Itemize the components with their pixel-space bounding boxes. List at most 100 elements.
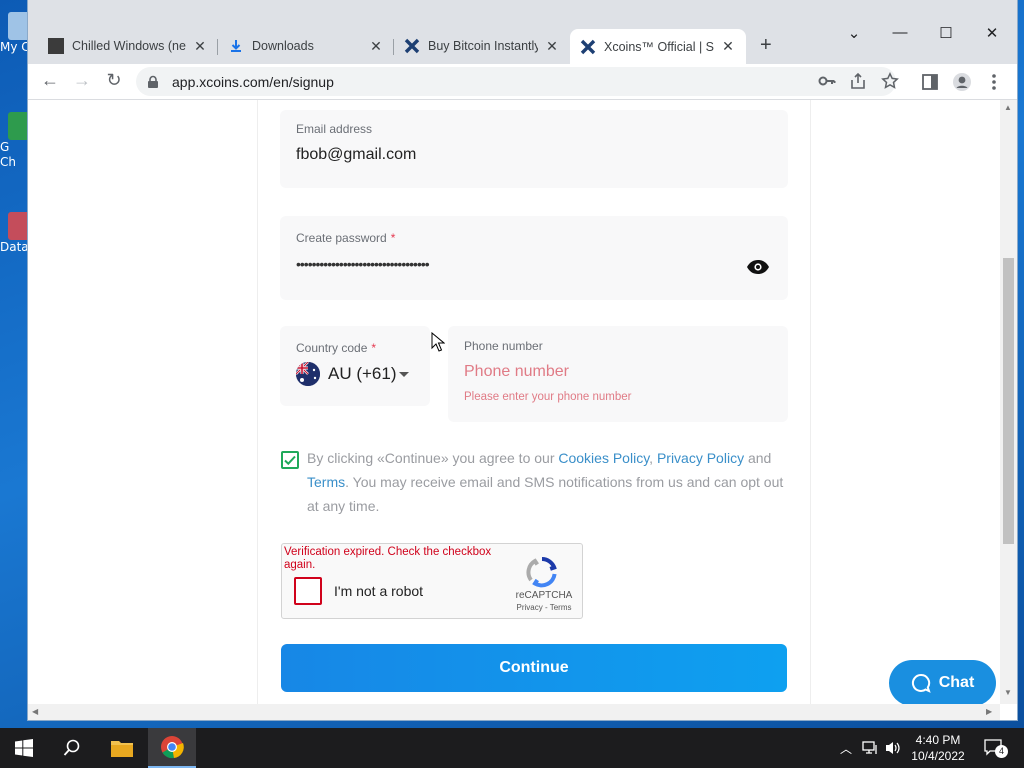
reload-icon[interactable]: ↻ xyxy=(102,70,126,91)
tab-xcoins-signup[interactable]: Xcoins™ Official | Sig ✕ xyxy=(570,29,746,64)
show-password-eye-icon[interactable] xyxy=(746,259,770,275)
notification-center-button[interactable]: 4 xyxy=(984,739,1008,758)
desktop-icon-my-computer[interactable]: My C xyxy=(0,12,30,54)
phone-number-field[interactable]: Phone number Phone number Please enter y… xyxy=(448,326,788,422)
clock-date: 10/4/2022 xyxy=(911,749,965,763)
desktop-icon-chrome[interactable]: G Ch xyxy=(0,112,30,170)
new-tab-button[interactable]: + xyxy=(760,34,772,57)
more-menu-icon[interactable] xyxy=(984,72,1004,92)
country-code-select[interactable]: Country code * AU (+61) xyxy=(280,326,430,406)
consent-checkbox[interactable] xyxy=(281,451,299,469)
privacy-policy-link[interactable]: Privacy Policy xyxy=(657,450,744,466)
folder-icon xyxy=(111,741,133,757)
chrome-icon xyxy=(161,736,184,759)
chat-bubble-icon xyxy=(911,673,931,693)
tab-search-icon[interactable]: ⌄ xyxy=(831,24,877,42)
consent-text-part: By clicking «Continue» you agree to our xyxy=(307,450,559,466)
close-window-button[interactable]: ✕ xyxy=(969,24,1015,42)
show-hidden-icons-icon[interactable]: ︿ xyxy=(840,740,852,757)
phone-number-label: Phone number xyxy=(464,339,543,353)
browser-window: Chilled Windows (new ✕ Downloads ✕ Buy B… xyxy=(28,0,1017,720)
scroll-left-icon[interactable]: ◀ xyxy=(32,707,38,716)
consent-text-part: . You may receive email and SMS notifica… xyxy=(307,474,784,514)
terms-link[interactable]: Terms xyxy=(307,474,345,490)
taskbar: ︿ 4:40 PM 10/4/2022 4 xyxy=(0,728,1024,768)
maximize-button[interactable]: ☐ xyxy=(923,24,969,42)
network-icon[interactable] xyxy=(862,740,880,756)
close-icon[interactable]: ✕ xyxy=(544,38,560,55)
close-icon[interactable]: ✕ xyxy=(192,38,208,55)
chrome-shortcut-icon xyxy=(8,112,30,140)
tab-favicon xyxy=(48,38,64,54)
password-label: Create password * xyxy=(296,231,395,245)
address-bar[interactable]: app.xcoins.com/en/signup xyxy=(136,67,896,96)
volume-icon[interactable] xyxy=(884,740,902,756)
chrome-taskbar-button[interactable] xyxy=(148,728,196,768)
tab-title: Xcoins™ Official | Sig xyxy=(604,39,714,54)
notification-count-badge: 4 xyxy=(995,745,1008,758)
chat-label: Chat xyxy=(938,674,975,691)
desktop-icon-label: G Ch xyxy=(0,140,16,169)
phone-number-placeholder: Phone number xyxy=(464,363,569,380)
tab-title: Downloads xyxy=(252,39,314,53)
close-icon[interactable]: ✕ xyxy=(720,38,736,55)
search-button[interactable] xyxy=(48,728,96,768)
tab-buy-bitcoin[interactable]: Buy Bitcoin Instantly ✕ xyxy=(394,31,570,61)
continue-button[interactable]: Continue xyxy=(281,644,787,692)
mouse-cursor-icon xyxy=(431,332,445,352)
consent-text-part: and xyxy=(744,450,772,466)
scrollbar-thumb[interactable] xyxy=(1003,258,1014,544)
minimize-button[interactable]: — xyxy=(877,24,923,41)
xcoins-logo-icon xyxy=(404,38,420,54)
email-value: fbob@gmail.com xyxy=(296,146,417,163)
recaptcha-widget: Verification expired. Check the checkbox… xyxy=(281,543,583,619)
password-value: •••••••••••••••••••••••••••••••••• xyxy=(296,256,430,272)
clock-time: 4:40 PM xyxy=(915,733,961,747)
scroll-up-icon[interactable]: ▲ xyxy=(1004,103,1012,112)
vertical-scrollbar[interactable]: ▲ ▼ xyxy=(1000,100,1017,704)
country-code-label-text: Country code xyxy=(296,341,368,355)
data-shortcut-icon xyxy=(8,212,30,240)
australia-flag-icon xyxy=(296,362,320,386)
tab-title: Chilled Windows (new xyxy=(72,39,186,53)
email-label: Email address xyxy=(296,122,373,136)
recaptcha-error: Verification expired. Check the checkbox… xyxy=(284,546,492,571)
key-icon[interactable] xyxy=(818,72,836,90)
email-field[interactable]: Email address fbob@gmail.com xyxy=(280,110,788,188)
forward-icon[interactable]: → xyxy=(70,70,94,91)
tab-chilled-windows[interactable]: Chilled Windows (new ✕ xyxy=(38,31,218,61)
side-panel-icon[interactable] xyxy=(920,72,940,92)
download-icon xyxy=(228,38,244,54)
start-button[interactable] xyxy=(0,728,48,768)
recaptcha-privacy-terms-links[interactable]: Privacy - Terms xyxy=(512,603,576,612)
back-icon[interactable]: ← xyxy=(38,70,62,91)
recaptcha-brand: reCAPTCHA xyxy=(515,590,573,601)
lock-icon xyxy=(148,75,158,88)
system-clock[interactable]: 4:40 PM 10/4/2022 xyxy=(906,732,970,764)
country-code-value: AU (+61) xyxy=(328,364,397,383)
chat-button[interactable]: Chat xyxy=(889,660,996,704)
phone-number-error: Please enter your phone number xyxy=(464,391,632,403)
tab-downloads[interactable]: Downloads ✕ xyxy=(218,31,394,61)
address-url: app.xcoins.com/en/signup xyxy=(172,73,334,90)
signup-form-card: Email address fbob@gmail.com Create pass… xyxy=(258,100,810,704)
recaptcha-logo-icon xyxy=(526,557,557,588)
browser-toolbar: ← → ↻ app.xcoins.com/en/signup xyxy=(28,64,1017,100)
password-field[interactable]: Create password * •••••••••••••••••••••••… xyxy=(280,216,788,300)
cookies-policy-link[interactable]: Cookies Policy xyxy=(558,450,649,466)
close-icon[interactable]: ✕ xyxy=(368,38,384,55)
recaptcha-checkbox[interactable] xyxy=(294,577,322,605)
tab-strip: Chilled Windows (new ✕ Downloads ✕ Buy B… xyxy=(28,0,1017,64)
file-explorer-button[interactable] xyxy=(98,728,146,768)
desktop-icon-label: Data xyxy=(0,240,29,254)
scroll-down-icon[interactable]: ▼ xyxy=(1004,688,1012,697)
consent-text: By clicking «Continue» you agree to our … xyxy=(307,446,789,518)
scroll-right-icon[interactable]: ▶ xyxy=(986,707,992,716)
share-icon[interactable] xyxy=(849,72,867,90)
search-icon xyxy=(63,739,80,756)
horizontal-scrollbar[interactable]: ◀ ▶ xyxy=(28,704,1000,720)
desktop-icon-data[interactable]: Data xyxy=(0,212,30,254)
required-mark: * xyxy=(371,341,377,355)
bookmark-star-icon[interactable] xyxy=(881,72,899,90)
profile-avatar-icon[interactable] xyxy=(952,72,972,92)
